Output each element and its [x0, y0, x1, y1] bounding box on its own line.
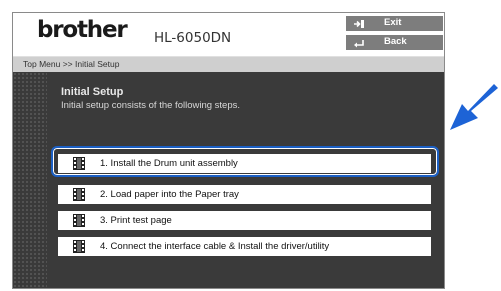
breadcrumb-current: Initial Setup — [75, 59, 120, 69]
exit-label: Exit — [384, 17, 402, 28]
step-label: 4. Connect the interface cable & Install… — [100, 241, 330, 252]
back-button[interactable]: Back — [346, 35, 443, 50]
back-label: Back — [384, 36, 407, 47]
step-label: 3. Print test page — [100, 215, 172, 226]
step-highlight-outline — [51, 146, 439, 177]
exit-button[interactable]: Exit — [346, 16, 443, 31]
step-label: 2. Load paper into the Paper tray — [100, 189, 239, 200]
brand-logo: brother — [37, 17, 128, 43]
step-2-button[interactable]: 2. Load paper into the Paper tray — [58, 185, 431, 204]
installer-window: brother HL-6050DN Exit Back Top Menu >> … — [12, 12, 445, 289]
dotted-pattern — [13, 72, 47, 288]
main-content: Initial Setup Initial setup consists of … — [13, 72, 444, 288]
page-subtitle: Initial setup consists of the following … — [61, 100, 241, 111]
page-title: Initial Setup — [61, 86, 124, 98]
film-icon — [73, 214, 85, 230]
step-4-button[interactable]: 4. Connect the interface cable & Install… — [58, 237, 431, 256]
film-icon — [73, 188, 85, 204]
model-name: HL-6050DN — [154, 30, 232, 46]
film-icon — [73, 240, 85, 256]
pointer-arrow-icon — [448, 84, 500, 139]
header: brother HL-6050DN Exit Back — [13, 13, 444, 58]
breadcrumb-root[interactable]: Top Menu — [23, 59, 60, 69]
step-3-button[interactable]: 3. Print test page — [58, 211, 431, 230]
breadcrumb-separator: >> — [62, 59, 73, 69]
back-icon — [352, 35, 366, 50]
breadcrumb: Top Menu >> Initial Setup — [13, 56, 444, 73]
exit-icon — [352, 16, 366, 31]
